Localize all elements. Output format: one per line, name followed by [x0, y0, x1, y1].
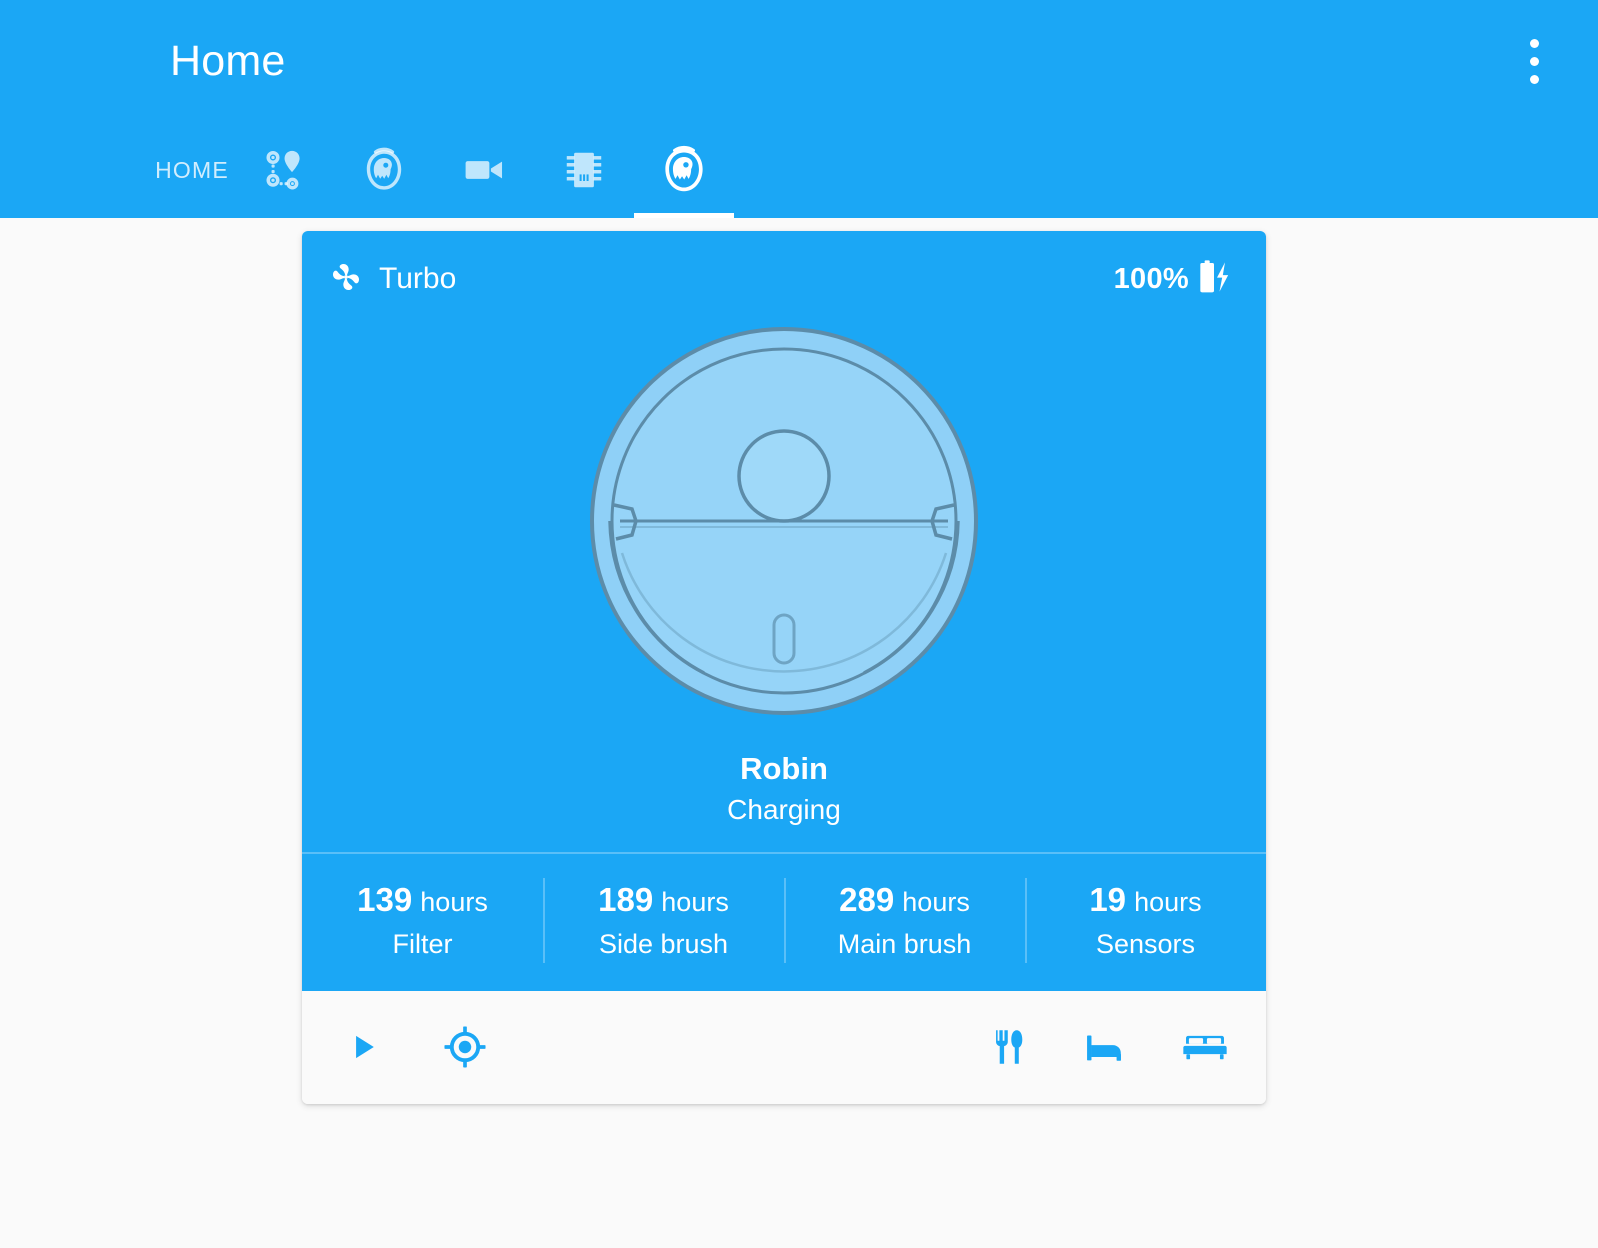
- tab-vacuum-active[interactable]: [634, 122, 734, 218]
- map-route-icon: [262, 148, 306, 192]
- stat-line: 289 hours: [784, 876, 1025, 924]
- stat-label: Main brush: [837, 929, 972, 960]
- robot-illustration-wrap: [302, 303, 1266, 726]
- stat-unit: hours: [661, 887, 729, 918]
- stat-unit: hours: [420, 887, 488, 918]
- vacuum-card-actions: [302, 990, 1266, 1104]
- stat-label: Side brush: [598, 929, 729, 960]
- consumables-stats: 139 hours Filter 189 hours Side brush 28…: [302, 852, 1266, 990]
- clean-living-room-button[interactable]: [1178, 1020, 1232, 1074]
- fan-speed-label: Turbo: [379, 262, 457, 295]
- clean-bedroom-button[interactable]: [1080, 1020, 1134, 1074]
- battery-charging-icon: [1196, 255, 1236, 304]
- primary-actions: [336, 1020, 492, 1074]
- stat-main-brush: 289 hours Main brush: [784, 872, 1025, 968]
- stat-filter: 139 hours Filter: [302, 872, 543, 968]
- app-bar: Home HOME: [0, 0, 1598, 218]
- room-actions: [982, 1020, 1232, 1074]
- cutlery-icon: [988, 1026, 1030, 1068]
- stat-line: 139 hours: [302, 876, 543, 924]
- locate-robot-button[interactable]: [438, 1020, 492, 1074]
- tab-vacuum[interactable]: [334, 122, 434, 218]
- vacuum-card: Turbo 100% Robin Charging 139 hours Filt…: [302, 231, 1266, 1104]
- page-title: Home: [170, 36, 286, 85]
- battery-group: 100%: [1114, 255, 1236, 304]
- tab-home-label: HOME: [155, 156, 229, 183]
- robot-identity: Robin Charging: [302, 726, 1266, 852]
- stat-sensors: 19 hours Sensors: [1025, 872, 1266, 968]
- vacuum-card-header: Turbo 100%: [302, 231, 1266, 303]
- robot-name: Robin: [740, 751, 828, 786]
- fan-speed-group[interactable]: Turbo: [326, 257, 456, 302]
- menu-dot: [1529, 38, 1539, 48]
- tab-map[interactable]: [234, 122, 334, 218]
- tab-camera[interactable]: [434, 122, 534, 218]
- stat-label: Sensors: [1095, 929, 1196, 960]
- stat-value: 139: [357, 881, 413, 919]
- camera-icon: [461, 147, 507, 193]
- tab-bar: HOME: [0, 122, 1598, 218]
- start-cleaning-button[interactable]: [336, 1020, 390, 1074]
- stat-label: Filter: [392, 929, 453, 960]
- menu-dot: [1529, 56, 1539, 66]
- stat-unit: hours: [902, 887, 970, 918]
- tab-chip[interactable]: [534, 122, 634, 218]
- sofa-icon: [1182, 1024, 1228, 1070]
- robot-vacuum-illustration: [584, 321, 984, 726]
- locate-icon: [443, 1025, 487, 1069]
- vacuum-card-body: Turbo 100% Robin Charging 139 hours Filt…: [302, 231, 1266, 991]
- bed-icon: [1084, 1024, 1130, 1070]
- vacuum-icon: [658, 144, 710, 196]
- content-area: Turbo 100% Robin Charging 139 hours Filt…: [0, 218, 1598, 1248]
- stat-value: 19: [1089, 881, 1127, 919]
- clean-kitchen-button[interactable]: [982, 1020, 1036, 1074]
- stat-value: 189: [598, 881, 654, 919]
- stat-value: 289: [839, 881, 895, 919]
- chip-icon: [562, 148, 606, 192]
- stat-line: 19 hours: [1025, 876, 1266, 924]
- vacuum-icon: [360, 146, 408, 194]
- robot-status: Charging: [727, 793, 841, 825]
- stat-side-brush: 189 hours Side brush: [543, 872, 784, 968]
- more-options-icon[interactable]: [1510, 31, 1558, 91]
- fan-icon: [326, 257, 366, 302]
- stat-line: 189 hours: [543, 876, 784, 924]
- stat-unit: hours: [1134, 887, 1202, 918]
- battery-percent: 100%: [1113, 262, 1189, 295]
- tab-home[interactable]: HOME: [150, 122, 234, 218]
- menu-dot: [1529, 74, 1539, 84]
- app-bar-top-row: Home: [0, 0, 1598, 122]
- play-icon: [345, 1029, 381, 1065]
